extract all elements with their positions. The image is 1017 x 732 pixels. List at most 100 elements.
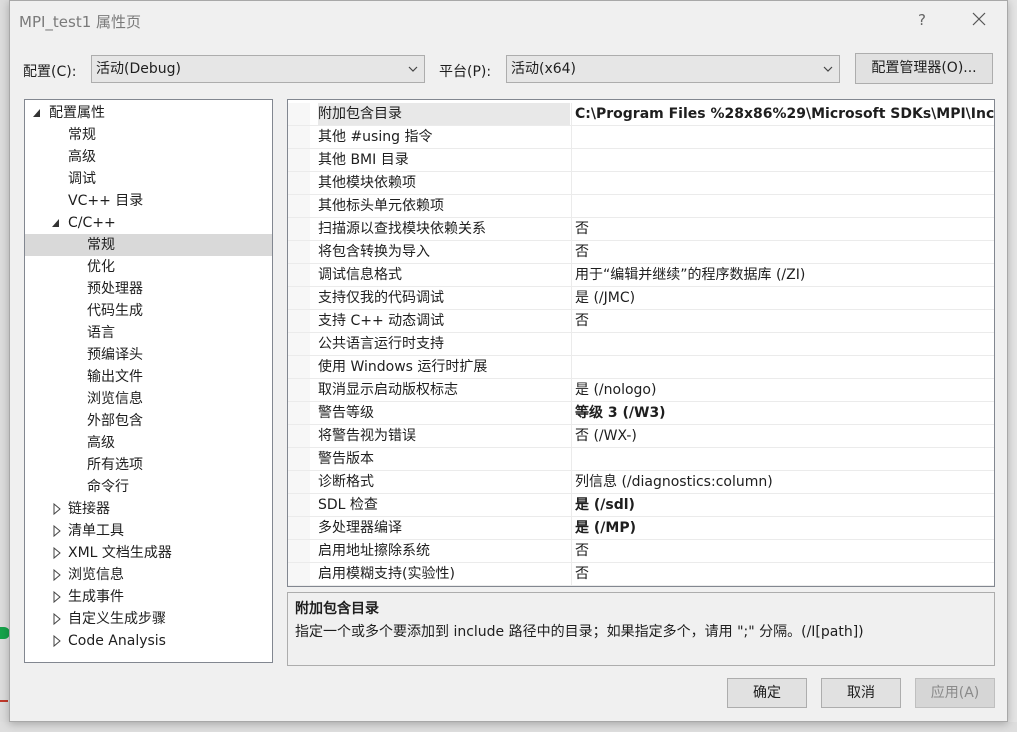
column-separator xyxy=(571,425,572,447)
property-value[interactable]: 是 (/MP) xyxy=(575,517,994,539)
platform-select-value: 活动(x64) xyxy=(511,61,577,77)
platform-label: 平台(P): xyxy=(439,64,492,80)
tree-item[interactable]: 外部包含 xyxy=(25,410,272,432)
property-value[interactable] xyxy=(575,149,994,171)
tree-item[interactable]: 配置属性 xyxy=(25,102,272,124)
property-row[interactable]: 将警告视为错误 否 (/WX-) xyxy=(288,425,994,448)
tree-collapsed-icon[interactable] xyxy=(51,498,63,520)
tree-item[interactable]: 链接器 xyxy=(25,498,272,520)
tree-collapsed-icon[interactable] xyxy=(51,520,63,542)
tree-item[interactable]: 自定义生成步骤 xyxy=(25,608,272,630)
tree-item[interactable]: 语言 xyxy=(25,322,272,344)
property-row[interactable]: 多处理器编译 是 (/MP) xyxy=(288,517,994,540)
property-value[interactable]: 否 xyxy=(575,310,994,332)
property-value[interactable]: 否 xyxy=(575,563,994,585)
tree-item[interactable]: 浏览信息 xyxy=(25,388,272,410)
property-row[interactable]: 支持 C++ 动态调试 否 xyxy=(288,310,994,333)
tree-item[interactable]: 常规 xyxy=(25,124,272,146)
property-row[interactable]: 警告等级 等级 3 (/W3) xyxy=(288,402,994,425)
property-row[interactable]: 公共语言运行时支持 xyxy=(288,333,994,356)
property-row[interactable]: 其他 BMI 目录 xyxy=(288,149,994,172)
property-value[interactable] xyxy=(575,448,994,470)
property-value[interactable]: 否 xyxy=(575,218,994,240)
tree-collapsed-icon[interactable] xyxy=(51,542,63,564)
property-value[interactable]: C:\Program Files %28x86%29\Microsoft SDK… xyxy=(575,103,994,125)
tree-item[interactable]: 常规 xyxy=(25,234,272,256)
property-value[interactable] xyxy=(575,172,994,194)
tree-item[interactable]: 浏览信息 xyxy=(25,564,272,586)
tree-item[interactable]: 生成事件 xyxy=(25,586,272,608)
column-separator xyxy=(571,264,572,286)
property-row[interactable]: SDL 检查 是 (/sdl) xyxy=(288,494,994,517)
property-name: 将包含转换为导入 xyxy=(318,244,430,260)
property-value[interactable]: 等级 3 (/W3) xyxy=(575,402,994,424)
property-row[interactable]: 支持仅我的代码调试 是 (/JMC) xyxy=(288,287,994,310)
config-select[interactable]: 活动(Debug) xyxy=(91,55,425,83)
property-row[interactable]: 启用地址擦除系统 否 xyxy=(288,540,994,563)
tree-item[interactable]: VC++ 目录 xyxy=(25,190,272,212)
property-value[interactable]: 是 (/JMC) xyxy=(575,287,994,309)
property-row[interactable]: 将包含转换为导入 否 xyxy=(288,241,994,264)
property-row[interactable]: 启用模糊支持(实验性) 否 xyxy=(288,563,994,586)
tree-item[interactable]: 优化 xyxy=(25,256,272,278)
property-value[interactable] xyxy=(575,126,994,148)
description-panel: 附加包含目录 指定一个或多个要添加到 include 路径中的目录；如果指定多个… xyxy=(287,592,995,666)
tree-item[interactable]: C/C++ xyxy=(25,212,272,234)
column-separator xyxy=(571,448,572,470)
property-row[interactable]: 使用 Windows 运行时扩展 xyxy=(288,356,994,379)
tree-item[interactable]: XML 文档生成器 xyxy=(25,542,272,564)
row-gutter xyxy=(288,425,310,447)
tree-item[interactable]: 输出文件 xyxy=(25,366,272,388)
property-row[interactable]: 取消显示启动版权标志 是 (/nologo) xyxy=(288,379,994,402)
property-value[interactable]: 否 xyxy=(575,241,994,263)
property-grid[interactable]: 附加包含目录 C:\Program Files %28x86%29\Microso… xyxy=(287,99,995,587)
tree-item[interactable]: 调试 xyxy=(25,168,272,190)
tree-collapsed-icon[interactable] xyxy=(51,586,63,608)
property-tree[interactable]: 配置属性 常规 高级 调试 VC++ 目录 C/C++ 常规 优化 预处理器 代码生成 语言 预编译头… xyxy=(24,99,273,663)
property-name: 启用地址擦除系统 xyxy=(318,543,430,559)
tree-collapsed-icon[interactable] xyxy=(51,564,63,586)
tree-item[interactable]: 命令行 xyxy=(25,476,272,498)
property-row[interactable]: 其他 #using 指令 xyxy=(288,126,994,149)
tree-item[interactable]: 高级 xyxy=(25,432,272,454)
tree-collapsed-icon[interactable] xyxy=(51,608,63,630)
property-row[interactable]: 扫描源以查找模块依赖关系 否 xyxy=(288,218,994,241)
property-value[interactable]: 是 (/nologo) xyxy=(575,379,994,401)
column-separator xyxy=(571,310,572,332)
tree-item[interactable]: 所有选项 xyxy=(25,454,272,476)
property-value[interactable] xyxy=(575,333,994,355)
property-value[interactable]: 否 xyxy=(575,540,994,562)
config-manager-button[interactable]: 配置管理器(O)... xyxy=(855,53,993,84)
tree-item[interactable]: 高级 xyxy=(25,146,272,168)
property-value[interactable] xyxy=(575,195,994,217)
property-value[interactable]: 列信息 (/diagnostics:column) xyxy=(575,471,994,493)
row-gutter xyxy=(288,494,310,516)
tree-item[interactable]: 代码生成 xyxy=(25,300,272,322)
cancel-button[interactable]: 取消 xyxy=(821,678,901,708)
ok-button[interactable]: 确定 xyxy=(727,678,807,708)
property-row[interactable]: 其他模块依赖项 xyxy=(288,172,994,195)
tree-item[interactable]: 预编译头 xyxy=(25,344,272,366)
property-row[interactable]: 其他标头单元依赖项 xyxy=(288,195,994,218)
row-gutter xyxy=(288,517,310,539)
property-row[interactable]: 诊断格式 列信息 (/diagnostics:column) xyxy=(288,471,994,494)
tree-item[interactable]: Code Analysis xyxy=(25,630,272,652)
help-button[interactable]: ? xyxy=(910,8,934,32)
tree-item[interactable]: 清单工具 xyxy=(25,520,272,542)
tree-item[interactable]: 预处理器 xyxy=(25,278,272,300)
tree-collapsed-icon[interactable] xyxy=(51,630,63,652)
close-button[interactable] xyxy=(965,6,993,34)
property-row[interactable]: 调试信息格式 用于“编辑并继续”的程序数据库 (/ZI) xyxy=(288,264,994,287)
description-title: 附加包含目录 xyxy=(295,601,379,617)
tree-expanded-icon[interactable] xyxy=(32,102,44,124)
property-value[interactable]: 否 (/WX-) xyxy=(575,425,994,447)
property-value[interactable] xyxy=(575,356,994,378)
apply-button[interactable]: 应用(A) xyxy=(915,678,995,708)
property-row[interactable]: 附加包含目录 C:\Program Files %28x86%29\Microso… xyxy=(288,103,994,126)
tree-expanded-icon[interactable] xyxy=(51,212,63,234)
property-value[interactable]: 是 (/sdl) xyxy=(575,494,994,516)
property-row[interactable]: 警告版本 xyxy=(288,448,994,471)
property-value[interactable]: 用于“编辑并继续”的程序数据库 (/ZI) xyxy=(575,264,994,286)
platform-select[interactable]: 活动(x64) xyxy=(506,55,840,83)
window-title: MPI_test1 属性页 xyxy=(19,13,142,31)
